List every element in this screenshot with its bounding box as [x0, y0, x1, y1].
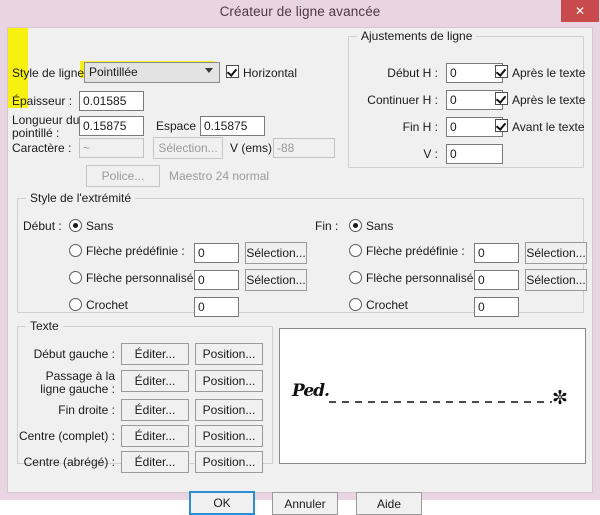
start-preset-arrow-select-button[interactable]: Sélection... — [245, 242, 307, 264]
start-h-label: Début H : — [356, 66, 438, 80]
start-h-checkbox-label: Après le texte — [512, 66, 585, 80]
horizontal-checkbox[interactable] — [226, 65, 239, 78]
line-adjustments-title: Ajustements de ligne — [357, 29, 476, 43]
text-row-4-edit-button[interactable]: Éditer... — [121, 451, 189, 473]
start-custom-arrow-label: Flèche personnalisée : — [86, 271, 207, 285]
start-hook-radio[interactable] — [69, 298, 82, 311]
title-bar: Créateur de ligne avancée ✕ — [0, 0, 600, 27]
dot-length-label-line2: pointillé : — [12, 126, 59, 140]
window-title: Créateur de ligne avancée — [0, 4, 600, 19]
help-button[interactable]: Aide — [356, 492, 422, 515]
end-none-radio[interactable] — [349, 219, 362, 232]
line-preview-pane: Ped. ✼ — [279, 328, 586, 464]
continue-h-checkbox[interactable] — [495, 92, 508, 105]
start-custom-arrow-input[interactable] — [194, 270, 239, 290]
text-row-3-label: Centre (complet) : — [10, 429, 115, 443]
end-hook-label: Crochet — [366, 298, 408, 312]
text-row-0-label: Début gauche : — [20, 347, 115, 361]
text-row-1-position-button[interactable]: Position... — [195, 370, 263, 392]
end-preset-arrow-select-button[interactable]: Sélection... — [525, 242, 587, 264]
cancel-button[interactable]: Annuler — [272, 492, 338, 515]
v-input[interactable] — [446, 144, 503, 164]
character-select-button[interactable]: Sélection... — [153, 137, 223, 159]
start-hook-label: Crochet — [86, 298, 128, 312]
text-row-4-label: Centre (abrégé) : — [10, 455, 115, 469]
text-row-1-edit-button[interactable]: Éditer... — [121, 370, 189, 392]
start-none-radio[interactable] — [69, 219, 82, 232]
text-row-4-position-button[interactable]: Position... — [195, 451, 263, 473]
font-description: Maestro 24 normal — [169, 169, 269, 183]
preview-end-glyph: ✼ — [552, 389, 568, 408]
chevron-down-icon — [205, 68, 213, 73]
start-end-style-label: Début : — [23, 219, 62, 233]
line-style-dropdown[interactable]: Pointillée — [84, 62, 220, 83]
preview-dashed-line — [280, 329, 587, 465]
thickness-input[interactable] — [79, 91, 144, 111]
ok-button[interactable]: OK — [189, 491, 255, 515]
thickness-label: Épaisseur : — [12, 94, 72, 108]
character-input[interactable] — [79, 138, 144, 158]
end-custom-arrow-select-button[interactable]: Sélection... — [525, 269, 587, 291]
v-label: V : — [356, 147, 438, 161]
end-none-label: Sans — [366, 219, 393, 233]
continue-h-label: Continuer H : — [356, 93, 438, 107]
end-h-label: Fin H : — [356, 120, 438, 134]
text-group-title: Texte — [26, 319, 63, 333]
text-row-2-position-button[interactable]: Position... — [195, 399, 263, 421]
space-label: Espace : — [156, 119, 203, 133]
end-hook-input[interactable] — [474, 297, 519, 317]
start-preset-arrow-input[interactable] — [194, 243, 239, 263]
continue-h-checkbox-label: Après le texte — [512, 93, 585, 107]
end-style-title: Style de l'extrémité — [26, 191, 135, 205]
start-hook-input[interactable] — [194, 297, 239, 317]
start-preset-arrow-radio[interactable] — [69, 244, 82, 257]
end-preset-arrow-input[interactable] — [474, 243, 519, 263]
character-label: Caractère : — [12, 141, 71, 155]
line-style-value: Pointillée — [89, 65, 138, 79]
start-custom-arrow-radio[interactable] — [69, 271, 82, 284]
end-h-checkbox[interactable] — [495, 119, 508, 132]
start-custom-arrow-select-button[interactable]: Sélection... — [245, 269, 307, 291]
text-row-0-edit-button[interactable]: Éditer... — [121, 343, 189, 365]
end-custom-arrow-input[interactable] — [474, 270, 519, 290]
font-button[interactable]: Police... — [86, 165, 160, 187]
text-row-3-position-button[interactable]: Position... — [195, 425, 263, 447]
v-ems-label: V (ems) — [230, 141, 272, 155]
line-style-label: Style de ligne : — [12, 66, 91, 80]
space-input[interactable] — [200, 116, 265, 136]
dot-length-input[interactable] — [79, 116, 144, 136]
text-row-1-label-line1: Passage à la — [20, 369, 115, 383]
end-hook-radio[interactable] — [349, 298, 362, 311]
text-row-0-position-button[interactable]: Position... — [195, 343, 263, 365]
text-row-2-label: Fin droite : — [20, 403, 115, 417]
text-row-3-edit-button[interactable]: Éditer... — [121, 425, 189, 447]
dialog-client-area: Style de ligne : Pointillée Horizontal É… — [7, 27, 593, 493]
end-preset-arrow-radio[interactable] — [349, 244, 362, 257]
close-icon[interactable]: ✕ — [561, 0, 599, 22]
start-preset-arrow-label: Flèche prédéfinie : — [86, 244, 185, 258]
end-custom-arrow-label: Flèche personnalisée : — [366, 271, 487, 285]
end-preset-arrow-label: Flèche prédéfinie : — [366, 244, 465, 258]
end-h-checkbox-label: Avant le texte — [512, 120, 585, 134]
text-row-2-edit-button[interactable]: Éditer... — [121, 399, 189, 421]
text-row-1-label-line2: ligne gauche : — [20, 382, 115, 396]
start-none-label: Sans — [86, 219, 113, 233]
dot-length-label-line1: Longueur du — [12, 113, 79, 127]
end-end-style-label: Fin : — [315, 219, 338, 233]
start-h-checkbox[interactable] — [495, 65, 508, 78]
dialog-window: Créateur de ligne avancée ✕ Style de lig… — [0, 0, 600, 500]
horizontal-label: Horizontal — [243, 66, 297, 80]
end-custom-arrow-radio[interactable] — [349, 271, 362, 284]
v-ems-input[interactable] — [273, 138, 335, 158]
